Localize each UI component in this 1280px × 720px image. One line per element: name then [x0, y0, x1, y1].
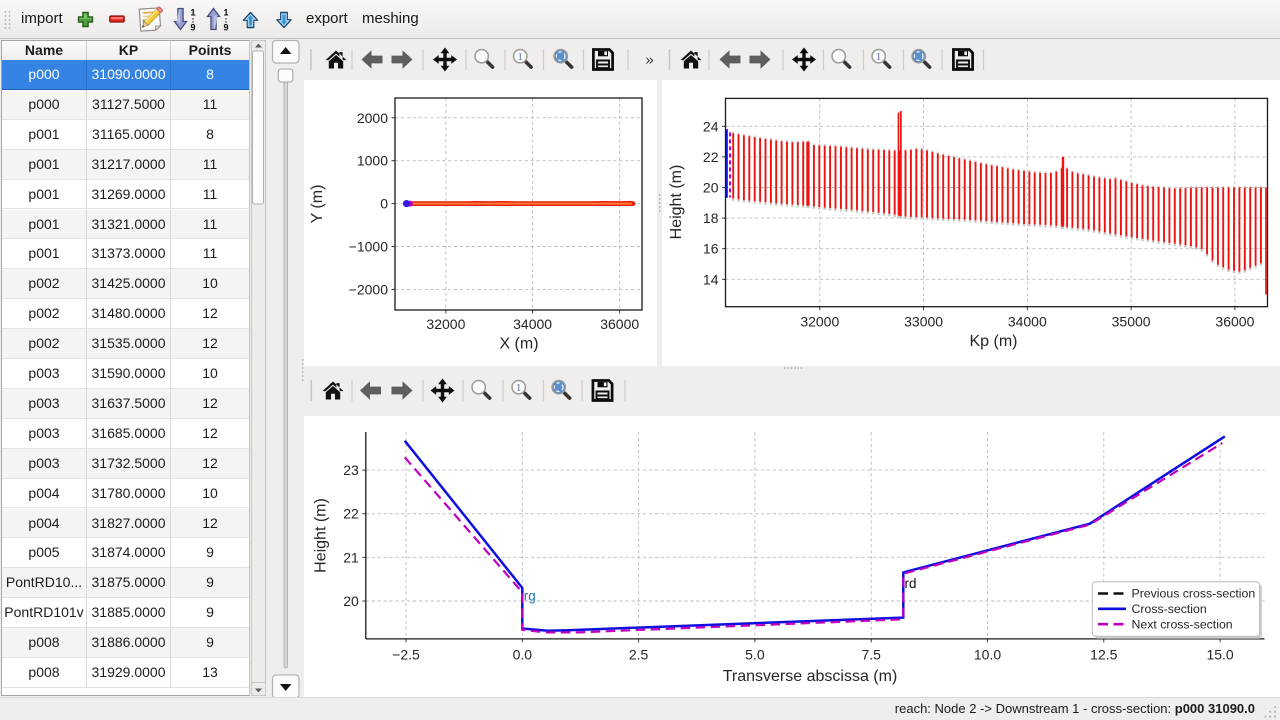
svg-text:32000: 32000 [800, 314, 839, 330]
svg-text:1: 1 [516, 383, 521, 394]
svg-text:24: 24 [703, 118, 719, 134]
svg-text:1: 1 [190, 8, 195, 18]
svg-text:1: 1 [517, 52, 522, 63]
svg-text:9: 9 [190, 23, 195, 33]
svg-text:0.0: 0.0 [513, 646, 533, 662]
svg-text:34000: 34000 [513, 316, 552, 332]
svg-text:2.5: 2.5 [629, 646, 649, 662]
svg-text:Height (m): Height (m) [668, 165, 685, 240]
svg-text:Next cross-section: Next cross-section [1132, 617, 1233, 631]
svg-text:−1000: −1000 [349, 239, 389, 255]
svg-text:23: 23 [343, 462, 359, 478]
svg-text:1000: 1000 [357, 153, 388, 169]
svg-text:22: 22 [343, 505, 359, 521]
svg-text:Height (m): Height (m) [313, 498, 330, 573]
svg-text:0: 0 [380, 196, 388, 212]
svg-text:Previous cross-section: Previous cross-section [1132, 586, 1256, 600]
svg-text:18: 18 [703, 210, 719, 226]
svg-text:12.5: 12.5 [1090, 646, 1117, 662]
svg-text:1: 1 [223, 8, 228, 18]
svg-text:20: 20 [343, 593, 359, 609]
svg-text:14: 14 [703, 271, 719, 287]
svg-text:32000: 32000 [426, 316, 465, 332]
svg-text:22: 22 [703, 149, 719, 165]
svg-text:Transverse abscissa (m): Transverse abscissa (m) [723, 668, 898, 685]
svg-text:15.0: 15.0 [1206, 646, 1233, 662]
svg-text:33000: 33000 [904, 314, 943, 330]
svg-text:»: » [645, 52, 653, 69]
svg-text:−2000: −2000 [349, 281, 389, 297]
svg-text:36000: 36000 [600, 316, 639, 332]
svg-text:Y (m): Y (m) [309, 185, 326, 224]
svg-text:Kp (m): Kp (m) [970, 333, 1018, 350]
svg-text:−2.5: −2.5 [392, 646, 420, 662]
svg-text:35000: 35000 [1112, 314, 1151, 330]
svg-text:16: 16 [703, 241, 719, 257]
svg-text:20: 20 [703, 180, 719, 196]
svg-text:X (m): X (m) [499, 336, 538, 353]
svg-text:9: 9 [223, 23, 228, 33]
svg-text:rg: rg [524, 588, 536, 603]
svg-text:5.0: 5.0 [745, 646, 765, 662]
svg-text:10.0: 10.0 [974, 646, 1001, 662]
svg-text:rd: rd [905, 576, 917, 591]
svg-text:2000: 2000 [357, 110, 388, 126]
svg-text:1: 1 [876, 52, 881, 63]
svg-text:21: 21 [343, 549, 359, 565]
svg-text:36000: 36000 [1215, 314, 1254, 330]
svg-text:7.5: 7.5 [861, 646, 881, 662]
svg-text:34000: 34000 [1008, 314, 1047, 330]
svg-text:Cross-section: Cross-section [1132, 602, 1207, 616]
